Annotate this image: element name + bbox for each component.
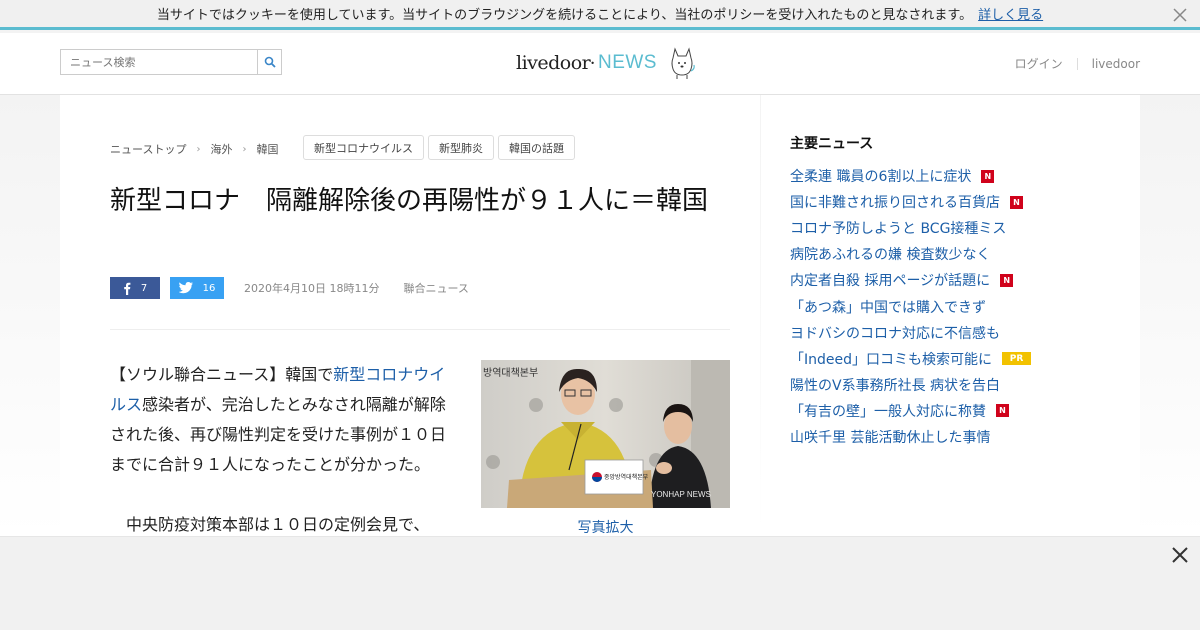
tag-covid[interactable]: 新型コロナウイルス — [303, 135, 424, 160]
search-icon — [264, 56, 276, 68]
logo-news-text: NEWS — [597, 52, 657, 73]
new-badge: N — [981, 169, 995, 183]
new-badge: N — [1010, 195, 1023, 209]
photo-watermark: YONHAP NEWS — [651, 490, 711, 499]
news-link[interactable]: コロナ予防しようと BCG接種ミス — [790, 218, 1006, 238]
breadcrumb-item-korea[interactable]: 韓国 — [256, 141, 278, 157]
dog-mascot-icon — [671, 47, 695, 79]
breadcrumb-item-news-top[interactable]: ニューストップ — [110, 141, 186, 157]
sidebar-title: 主要ニュース — [790, 136, 874, 152]
new-badge: N — [1000, 273, 1014, 287]
article-column: ニューストップ › 海外 › 韓国 新型コロナウイルス 新型肺炎 韓国の話題 新… — [60, 95, 760, 536]
paragraph-text: 【ソウル聯合ニュース】韓国で — [110, 365, 334, 384]
sidebar: 主要ニュース 全柔連 職員の6割以上に症状 N 国に非難され振り回される百貨店 N … — [761, 95, 1140, 536]
login-link[interactable]: ログイン — [1015, 55, 1063, 72]
topic-tags: 新型コロナウイルス 新型肺炎 韓国の話題 — [303, 135, 575, 160]
paragraph-text: 感染者が、完治したとみなされ隔離が解除された後、再び陽性判定を受けた事例が１０日… — [110, 395, 447, 474]
cookie-banner: 当サイトではクッキーを使用しています。当サイトのブラウジングを続けることにより、… — [0, 0, 1200, 30]
news-link[interactable]: 全柔連 職員の6割以上に症状 — [790, 166, 971, 186]
chevron-right-icon: › — [196, 143, 201, 155]
press-briefing-image: 방역대책본부 중앙방역대책본부 YONHAP NEWS — [481, 360, 730, 508]
list-item[interactable]: コロナ予防しようと BCG接種ミス — [790, 215, 1031, 241]
list-item[interactable]: 「あつ森」中国では購入できず — [790, 293, 1031, 319]
facebook-count: 7 — [140, 282, 148, 294]
list-item[interactable]: 全柔連 職員の6割以上に症状 N — [790, 163, 1031, 189]
share-bar: 7 16 2020年4月10日 18時11分 聯合ニュース — [110, 277, 469, 299]
article-divider — [110, 329, 730, 330]
logo-dot: • — [590, 58, 595, 68]
cookie-message: 当サイトではクッキーを使用しています。当サイトのブラウジングを続けることにより、… — [156, 8, 973, 23]
article-paragraph: 【ソウル聯合ニュース】韓国で新型コロナウイルス感染者が、完治したとみなされ隔離が… — [110, 360, 452, 480]
search-input[interactable] — [61, 50, 257, 74]
list-item[interactable]: 山咲千里 芸能活動休止した事情 — [790, 424, 1031, 450]
tag-korea-topics[interactable]: 韓国の話題 — [498, 135, 575, 160]
breadcrumb: ニューストップ › 海外 › 韓国 — [110, 141, 278, 157]
news-link[interactable]: 「有吉の壁」一般人対応に称賛 — [790, 401, 986, 421]
logo-livedoor-text: livedoor — [516, 52, 591, 74]
article-photo[interactable]: 방역대책본부 중앙방역대책본부 YONHAP NEWS — [481, 360, 730, 508]
top-news-list: 全柔連 職員の6割以上に症状 N 国に非難され振り回される百貨店 N コロナ予防しよ… — [790, 163, 1032, 450]
photo-podium-text: 중앙방역대책본부 — [604, 473, 649, 481]
news-link[interactable]: 国に非難され振り回される百貨店 — [790, 192, 1000, 212]
site-logo[interactable]: livedoor • NEWS — [516, 43, 697, 83]
header-divider — [1076, 57, 1078, 70]
article-date: 2020年4月10日 18時11分 — [244, 282, 380, 295]
news-link[interactable]: 山咲千里 芸能活動休止した事情 — [790, 427, 990, 447]
twitter-share-button[interactable]: 16 — [170, 277, 224, 299]
close-icon[interactable] — [1170, 5, 1190, 25]
facebook-share-button[interactable]: 7 — [110, 277, 160, 299]
site-header: livedoor • NEWS ログイン livedoor — [0, 33, 1200, 95]
photo-enlarge-link[interactable]: 写真拡大 — [481, 517, 730, 537]
news-link[interactable]: 陽性のV系事務所社長 病状を告白 — [790, 375, 1000, 395]
news-link[interactable]: 内定者自殺 採用ページが話題に — [790, 270, 990, 290]
news-link[interactable]: ヨドバシのコロナ対応に不信感も — [790, 323, 1000, 343]
photo-sign-text: 방역대책본부 — [483, 367, 538, 379]
article-body: 【ソウル聯合ニュース】韓国で新型コロナウイルス感染者が、完治したとみなされ隔離が… — [110, 360, 452, 540]
chevron-right-icon: › — [242, 143, 247, 155]
news-link[interactable]: 「Indeed」口コミも検索可能に — [790, 349, 992, 369]
list-item[interactable]: 内定者自殺 採用ページが話題に N — [790, 267, 1031, 293]
cookie-details-link[interactable]: 詳しく見る — [978, 4, 1043, 23]
list-item[interactable]: 陽性のV系事務所社長 病状を告白 — [790, 372, 1031, 398]
pr-badge: PR — [1002, 352, 1032, 366]
article-source[interactable]: 聯合ニュース — [403, 280, 468, 296]
ad-overlay — [0, 536, 1200, 630]
twitter-icon — [178, 282, 193, 294]
news-link[interactable]: 「あつ森」中国では購入できず — [790, 297, 986, 317]
breadcrumb-item-overseas[interactable]: 海外 — [210, 141, 232, 157]
close-icon[interactable] — [1170, 545, 1190, 565]
header-links: ログイン livedoor — [1015, 55, 1140, 72]
tag-pneumonia[interactable]: 新型肺炎 — [428, 135, 494, 160]
search-button[interactable] — [257, 50, 281, 74]
facebook-icon — [124, 282, 131, 295]
list-item[interactable]: 病院あふれるの嫌 検査数少なく — [790, 241, 1031, 267]
twitter-count: 16 — [202, 282, 216, 294]
news-link[interactable]: 病院あふれるの嫌 検査数少なく — [790, 244, 990, 264]
search-box — [60, 49, 282, 75]
list-item[interactable]: 「Indeed」口コミも検索可能に PR — [790, 346, 1032, 372]
list-item[interactable]: ヨドバシのコロナ対応に不信感も — [790, 320, 1031, 346]
list-item[interactable]: 「有吉の壁」一般人対応に称賛 N — [790, 398, 1031, 424]
livedoor-link[interactable]: livedoor — [1092, 57, 1140, 71]
list-item[interactable]: 国に非難され振り回される百貨店 N — [790, 189, 1031, 215]
new-badge: N — [996, 404, 1009, 418]
article-title: 新型コロナ 隔離解除後の再陽性が９１人に＝韓国 — [110, 186, 709, 216]
